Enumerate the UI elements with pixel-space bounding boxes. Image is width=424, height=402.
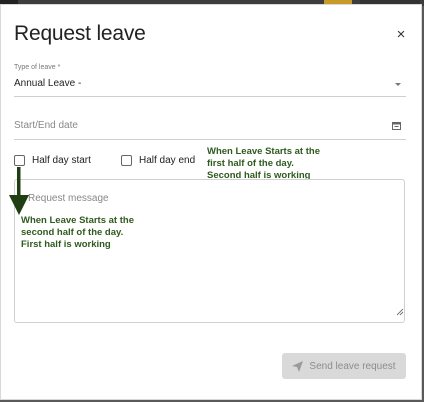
- half-day-end-checkbox[interactable]: [121, 154, 132, 166]
- leave-type-label: Type of leave *: [14, 64, 61, 71]
- request-message-placeholder: Request message: [28, 193, 109, 204]
- half-day-end-option[interactable]: Half day end: [121, 152, 195, 168]
- half-day-end-label: Half day end: [139, 154, 196, 166]
- close-icon[interactable]: ×: [394, 27, 408, 42]
- send-leave-request-button[interactable]: Send leave request: [282, 353, 406, 379]
- calendar-icon[interactable]: [392, 121, 401, 130]
- half-day-start-label: Half day start: [32, 154, 91, 166]
- annotation-second-half: When Leave Starts at the second half of …: [21, 215, 134, 250]
- send-leave-request-label: Send leave request: [309, 360, 396, 372]
- paper-plane-icon: [292, 360, 304, 372]
- resize-handle-icon[interactable]: [396, 308, 404, 316]
- date-range-underline: [14, 139, 406, 140]
- dialog-title: Request leave: [14, 22, 146, 45]
- chevron-down-icon[interactable]: [395, 83, 401, 86]
- half-day-start-checkbox[interactable]: [14, 154, 25, 166]
- leave-type-select[interactable]: Annual Leave -: [14, 78, 81, 89]
- leave-type-underline: [14, 96, 406, 97]
- date-range-input[interactable]: Start/End date: [14, 120, 78, 131]
- annotation-first-half: When Leave Starts at the first half of t…: [207, 146, 320, 181]
- annotation-arrow-icon: [9, 167, 29, 215]
